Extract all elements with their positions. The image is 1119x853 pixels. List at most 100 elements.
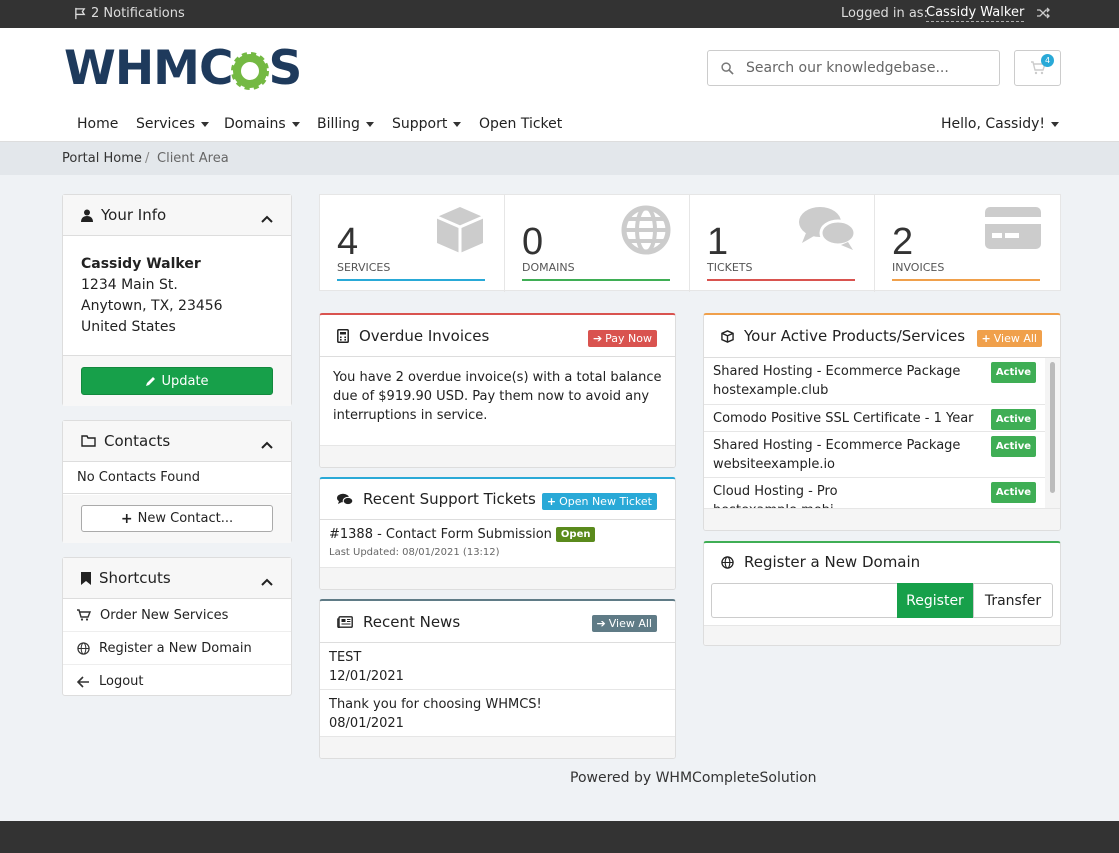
product-item[interactable]: Cloud Hosting - Pro hostexample.mobi Act… xyxy=(704,478,1045,509)
scrollbar-thumb[interactable] xyxy=(1050,362,1055,493)
nav-domains-label: Domains xyxy=(224,116,286,132)
domain-search-group: Register Transfer xyxy=(711,583,1053,618)
stat-tiles: 4 SERVICES 0 DOMAINS 1 TICKETS 2 INVOICE… xyxy=(319,194,1061,292)
gear-icon xyxy=(231,41,270,96)
shortcut-label: Logout xyxy=(99,674,144,689)
shuffle-icon[interactable] xyxy=(1036,6,1050,24)
logged-in-label: Logged in as: xyxy=(841,6,928,21)
address-line-2: Anytown, TX, 23456 xyxy=(81,298,223,314)
caret-down-icon xyxy=(365,121,374,127)
notifications-link[interactable]: 2 Notifications xyxy=(74,6,185,21)
shortcuts-header[interactable]: Shortcuts xyxy=(63,558,291,599)
cube-icon xyxy=(434,205,486,259)
tile-label: INVOICES xyxy=(892,261,945,274)
transfer-button[interactable]: Transfer xyxy=(973,583,1053,618)
arrow-right-icon: ➔ xyxy=(592,332,603,345)
breadcrumb: Portal Home / Client Area xyxy=(0,142,1119,175)
support-tickets-card: Recent Support Tickets + Open New Ticket… xyxy=(319,477,676,590)
contacts-header[interactable]: Contacts xyxy=(63,421,291,462)
contacts-card: Contacts No Contacts Found + New Contact… xyxy=(62,420,292,543)
user-name-link[interactable]: Cassidy Walker xyxy=(926,5,1025,22)
breadcrumb-current: Client Area xyxy=(157,151,229,166)
update-label: Update xyxy=(161,373,209,389)
top-bar: 2 Notifications Logged in as: Cassidy Wa… xyxy=(0,0,1119,28)
calculator-icon xyxy=(337,328,349,343)
open-new-ticket-label: Open New Ticket xyxy=(559,495,652,508)
tile-underline xyxy=(522,279,670,281)
products-view-all-button[interactable]: + View All xyxy=(976,330,1042,347)
chevron-up-icon[interactable] xyxy=(261,209,273,227)
new-contact-label: New Contact... xyxy=(137,511,234,526)
nav-services-label: Services xyxy=(136,116,196,132)
tile-underline xyxy=(707,279,855,281)
breadcrumb-portal-home[interactable]: Portal Home xyxy=(62,151,142,166)
tile-label: TICKETS xyxy=(707,261,753,274)
open-new-ticket-button[interactable]: + Open New Ticket xyxy=(541,493,657,510)
product-item[interactable]: Shared Hosting - Ecommerce Package websi… xyxy=(704,432,1045,478)
tile-tickets[interactable]: 1 TICKETS xyxy=(690,195,875,292)
new-contact-button[interactable]: + New Contact... xyxy=(81,505,273,532)
register-domain-title: Register a New Domain xyxy=(744,553,921,571)
news-view-all-button[interactable]: ➔ View All xyxy=(591,615,657,632)
ticket-status-badge: Open xyxy=(555,527,596,542)
product-item[interactable]: Shared Hosting - Ecommerce Package hoste… xyxy=(704,358,1045,405)
main-nav: Home Services Domains Billing Support Op… xyxy=(0,114,1119,142)
tile-underline xyxy=(892,279,1040,281)
arrow-right-icon: ➔ xyxy=(596,617,606,630)
whmcs-logo[interactable]: WHM C S xyxy=(64,41,302,96)
address-country: United States xyxy=(81,319,176,335)
product-item[interactable]: Comodo Positive SSL Certificate - 1 Year… xyxy=(704,405,1045,432)
tile-services[interactable]: 4 SERVICES xyxy=(320,195,505,292)
nav-billing[interactable]: Billing xyxy=(317,116,374,132)
folder-icon xyxy=(81,435,96,447)
shortcut-register-domain[interactable]: Register a New Domain xyxy=(63,632,291,665)
card-footer xyxy=(704,625,1060,645)
no-contacts-text: No Contacts Found xyxy=(63,462,291,494)
ticket-item[interactable]: #1388 - Contact Form Submission Open Las… xyxy=(320,520,675,567)
cart-button[interactable]: 4 xyxy=(1014,50,1061,86)
tile-invoices[interactable]: 2 INVOICES xyxy=(875,195,1060,292)
caret-down-icon xyxy=(1051,121,1060,127)
pay-now-button[interactable]: ➔ Pay Now xyxy=(587,330,657,347)
news-item-date: 12/01/2021 xyxy=(329,669,404,684)
nav-support[interactable]: Support xyxy=(392,116,462,132)
caret-down-icon xyxy=(453,121,462,127)
overdue-invoices-card: Overdue Invoices ➔ Pay Now You have 2 ov… xyxy=(319,313,676,468)
search-icon xyxy=(708,61,746,75)
nav-user-menu[interactable]: Hello, Cassidy! xyxy=(941,116,1060,132)
view-all-label: View All xyxy=(993,332,1037,345)
client-name: Cassidy Walker xyxy=(81,256,201,272)
shortcut-label: Order New Services xyxy=(100,607,229,623)
pencil-icon xyxy=(146,376,156,386)
overdue-invoices-title: Overdue Invoices xyxy=(359,326,490,345)
nav-domains[interactable]: Domains xyxy=(224,116,300,132)
search-input[interactable] xyxy=(746,60,986,76)
domain-input[interactable] xyxy=(711,583,897,618)
update-button[interactable]: Update xyxy=(81,367,273,395)
card-footer xyxy=(704,508,1060,530)
active-products-title: Your Active Products/Services xyxy=(744,327,966,345)
news-item[interactable]: TEST 12/01/2021 xyxy=(320,643,675,690)
register-button[interactable]: Register xyxy=(897,583,973,618)
tile-label: DOMAINS xyxy=(522,261,575,274)
site-header: WHMC S 4 Home Services Domains Billing S… xyxy=(0,28,1119,142)
chevron-up-icon[interactable] xyxy=(261,572,273,590)
news-item[interactable]: Thank you for choosing WHMCS! 08/01/2021 xyxy=(320,690,675,736)
your-info-header[interactable]: Your Info xyxy=(63,195,291,236)
shortcut-order-new-services[interactable]: Order New Services xyxy=(63,599,291,632)
active-products-card: Your Active Products/Services + View All… xyxy=(703,313,1061,531)
tile-count: 1 xyxy=(707,221,729,263)
nav-home[interactable]: Home xyxy=(77,116,118,132)
support-tickets-header: Recent Support Tickets + Open New Ticket xyxy=(320,479,675,520)
plus-icon: + xyxy=(546,495,557,508)
nav-open-ticket[interactable]: Open Ticket xyxy=(479,116,562,132)
shortcut-logout[interactable]: Logout xyxy=(63,665,291,698)
nav-billing-label: Billing xyxy=(317,116,360,132)
chevron-up-icon[interactable] xyxy=(261,435,273,453)
register-domain-card: Register a New Domain Register Transfer xyxy=(703,541,1061,646)
cart-icon xyxy=(77,609,91,621)
products-scrollbar[interactable] xyxy=(1045,358,1060,509)
tile-domains[interactable]: 0 DOMAINS xyxy=(505,195,690,292)
overdue-invoices-header: Overdue Invoices ➔ Pay Now xyxy=(320,315,675,357)
nav-services[interactable]: Services xyxy=(136,116,210,132)
